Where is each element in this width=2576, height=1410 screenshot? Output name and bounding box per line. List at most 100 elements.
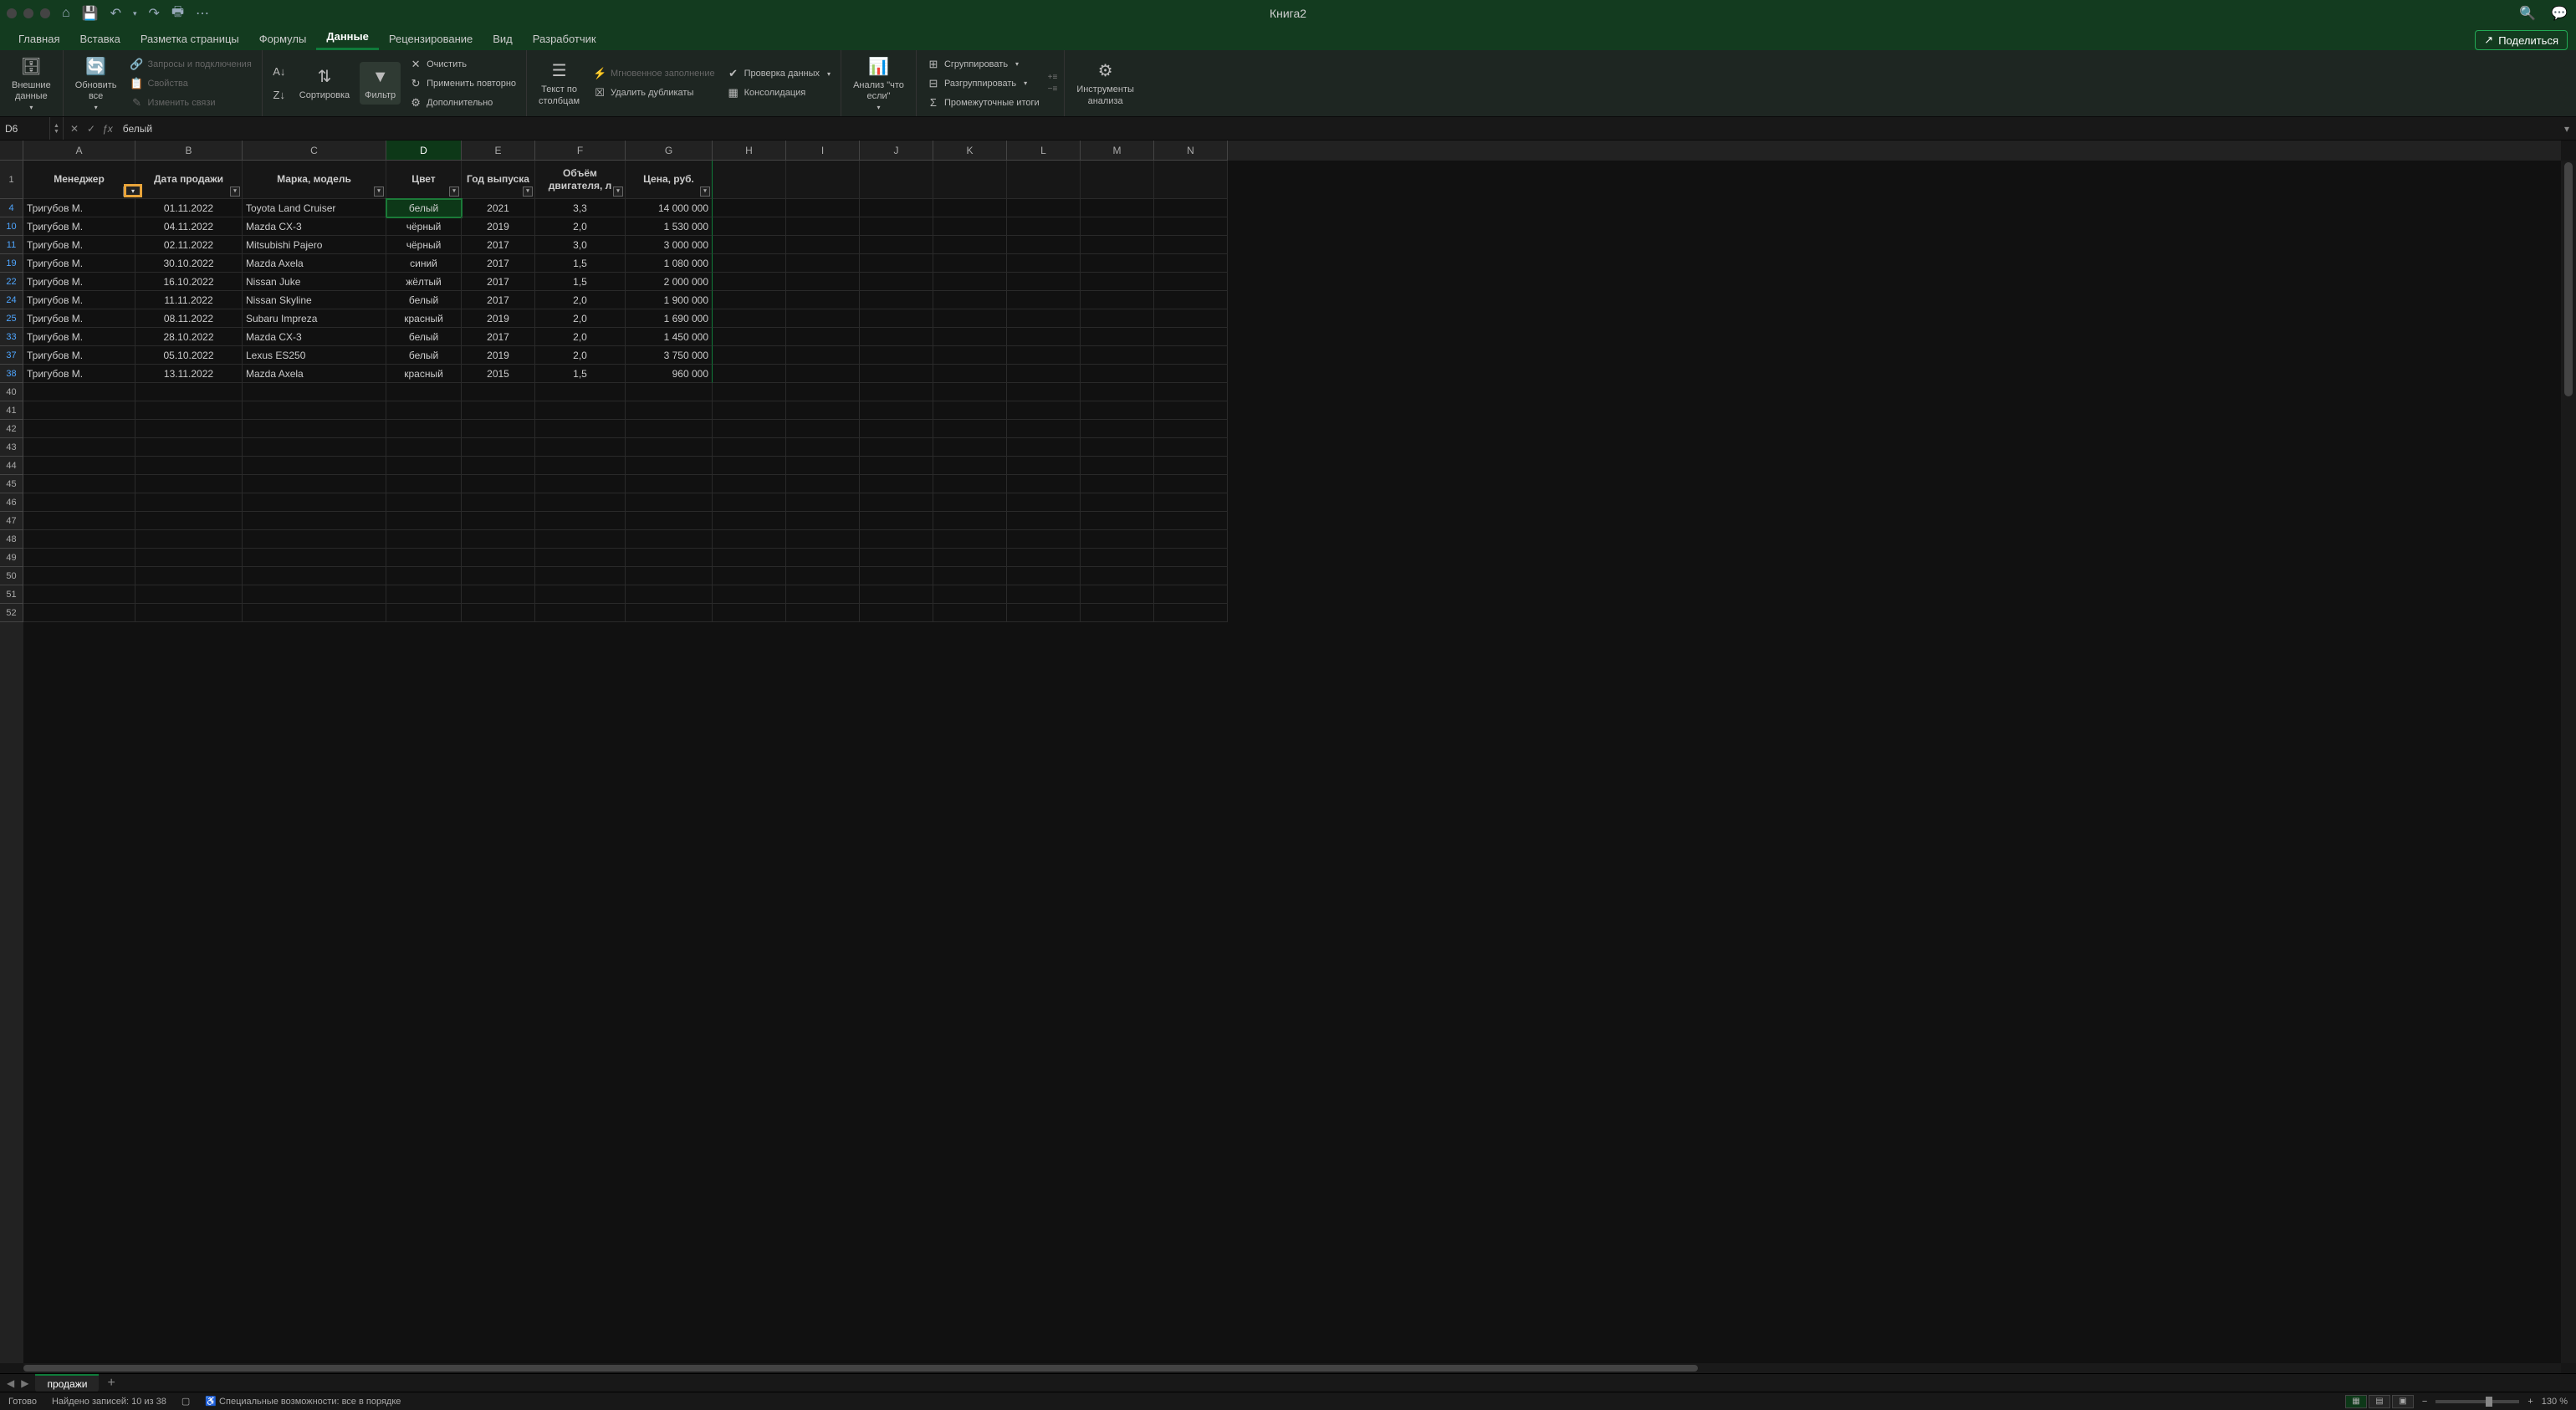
cell[interactable]	[1081, 512, 1154, 530]
cell[interactable]	[462, 383, 535, 401]
cell[interactable]	[535, 438, 626, 457]
cell[interactable]	[860, 273, 933, 291]
cell[interactable]	[386, 383, 462, 401]
cell[interactable]: 2,0	[535, 346, 626, 365]
cell[interactable]	[386, 585, 462, 604]
clear-filter-button[interactable]: ✕Очистить	[406, 56, 519, 73]
cell[interactable]: 3 750 000	[626, 346, 713, 365]
cell[interactable]: 3,3	[535, 199, 626, 217]
cell[interactable]	[23, 585, 135, 604]
tab-data[interactable]: Данные	[316, 25, 379, 50]
cell[interactable]	[23, 438, 135, 457]
cell[interactable]	[462, 530, 535, 549]
horizontal-scrollbar[interactable]	[23, 1363, 2561, 1373]
tab-home[interactable]: Главная	[8, 28, 69, 50]
cell[interactable]	[1007, 217, 1081, 236]
cell[interactable]	[1007, 401, 1081, 420]
save-icon[interactable]: 💾	[82, 5, 99, 22]
cell[interactable]	[135, 585, 243, 604]
horizontal-scroll-thumb[interactable]	[23, 1365, 1698, 1372]
cell[interactable]: 2,0	[535, 328, 626, 346]
cell[interactable]: синий	[386, 254, 462, 273]
row-header[interactable]: 37	[0, 346, 23, 365]
cell[interactable]: 2 000 000	[626, 273, 713, 291]
cell[interactable]	[23, 383, 135, 401]
cell[interactable]	[135, 401, 243, 420]
row-header[interactable]: 49	[0, 549, 23, 567]
cell[interactable]: 3 000 000	[626, 236, 713, 254]
cell[interactable]	[462, 438, 535, 457]
sort-desc-button[interactable]: Z↓	[269, 87, 289, 104]
cell[interactable]	[860, 328, 933, 346]
cell[interactable]: 2019	[462, 217, 535, 236]
cell[interactable]: 960 000	[626, 365, 713, 383]
tab-review[interactable]: Рецензирование	[379, 28, 483, 50]
cell[interactable]: 2017	[462, 236, 535, 254]
column-header-M[interactable]: M	[1081, 140, 1154, 161]
cell[interactable]	[1081, 365, 1154, 383]
cell[interactable]	[135, 567, 243, 585]
cell[interactable]	[1081, 383, 1154, 401]
cells-area[interactable]: Менеджер▾Дата продажи▾Марка, модель▾Цвет…	[23, 161, 2561, 1363]
cell[interactable]	[1154, 438, 1228, 457]
cell[interactable]	[243, 585, 386, 604]
cell[interactable]: 2017	[462, 291, 535, 309]
sheet-next-icon[interactable]: ▶	[21, 1377, 28, 1389]
cell[interactable]	[626, 604, 713, 622]
cell[interactable]	[135, 475, 243, 493]
cell[interactable]	[535, 549, 626, 567]
row-header[interactable]: 33	[0, 328, 23, 346]
filter-dropdown-button[interactable]: ▾	[374, 186, 384, 197]
cell[interactable]: 1 900 000	[626, 291, 713, 309]
cell[interactable]	[786, 475, 860, 493]
row-header[interactable]: 25	[0, 309, 23, 328]
cell[interactable]	[1007, 457, 1081, 475]
cell[interactable]	[1007, 530, 1081, 549]
cell[interactable]	[713, 585, 786, 604]
cell[interactable]	[1081, 236, 1154, 254]
cell[interactable]: 30.10.2022	[135, 254, 243, 273]
cell[interactable]	[23, 420, 135, 438]
cell[interactable]	[135, 530, 243, 549]
cell[interactable]	[786, 199, 860, 217]
header-cell[interactable]	[1007, 161, 1081, 199]
cell[interactable]: 13.11.2022	[135, 365, 243, 383]
cell[interactable]	[786, 604, 860, 622]
cell[interactable]	[786, 401, 860, 420]
cell[interactable]: Тригубов М.	[23, 217, 135, 236]
row-header[interactable]: 52	[0, 604, 23, 622]
cell[interactable]	[933, 365, 1007, 383]
cell[interactable]	[535, 585, 626, 604]
cell[interactable]	[713, 309, 786, 328]
cell[interactable]	[626, 567, 713, 585]
remove-duplicates-button[interactable]: ☒Удалить дубликаты	[590, 84, 718, 101]
view-page-break-button[interactable]: ▣	[2392, 1395, 2414, 1408]
home-icon[interactable]: ⌂	[62, 6, 70, 21]
cell[interactable]	[386, 438, 462, 457]
row-header[interactable]: 45	[0, 475, 23, 493]
cell[interactable]	[1081, 309, 1154, 328]
header-cell[interactable]	[786, 161, 860, 199]
cell[interactable]: Тригубов М.	[23, 328, 135, 346]
show-detail-icon[interactable]: +≡	[1048, 73, 1058, 82]
cell[interactable]	[243, 530, 386, 549]
cell[interactable]: 1 690 000	[626, 309, 713, 328]
cell[interactable]	[860, 383, 933, 401]
cell[interactable]	[243, 475, 386, 493]
cell[interactable]	[1154, 530, 1228, 549]
cell[interactable]	[860, 493, 933, 512]
cell[interactable]: 1 450 000	[626, 328, 713, 346]
cell[interactable]	[786, 273, 860, 291]
cell[interactable]	[535, 420, 626, 438]
cell[interactable]	[1154, 604, 1228, 622]
cell[interactable]	[23, 512, 135, 530]
cell[interactable]	[626, 457, 713, 475]
tab-page-layout[interactable]: Разметка страницы	[130, 28, 249, 50]
print-icon[interactable]: 🖶	[171, 3, 184, 25]
cell[interactable]	[933, 549, 1007, 567]
cell[interactable]	[933, 217, 1007, 236]
column-header-G[interactable]: G	[626, 140, 713, 161]
cell[interactable]	[1081, 328, 1154, 346]
cell[interactable]	[1081, 438, 1154, 457]
reapply-filter-button[interactable]: ↻Применить повторно	[406, 75, 519, 92]
